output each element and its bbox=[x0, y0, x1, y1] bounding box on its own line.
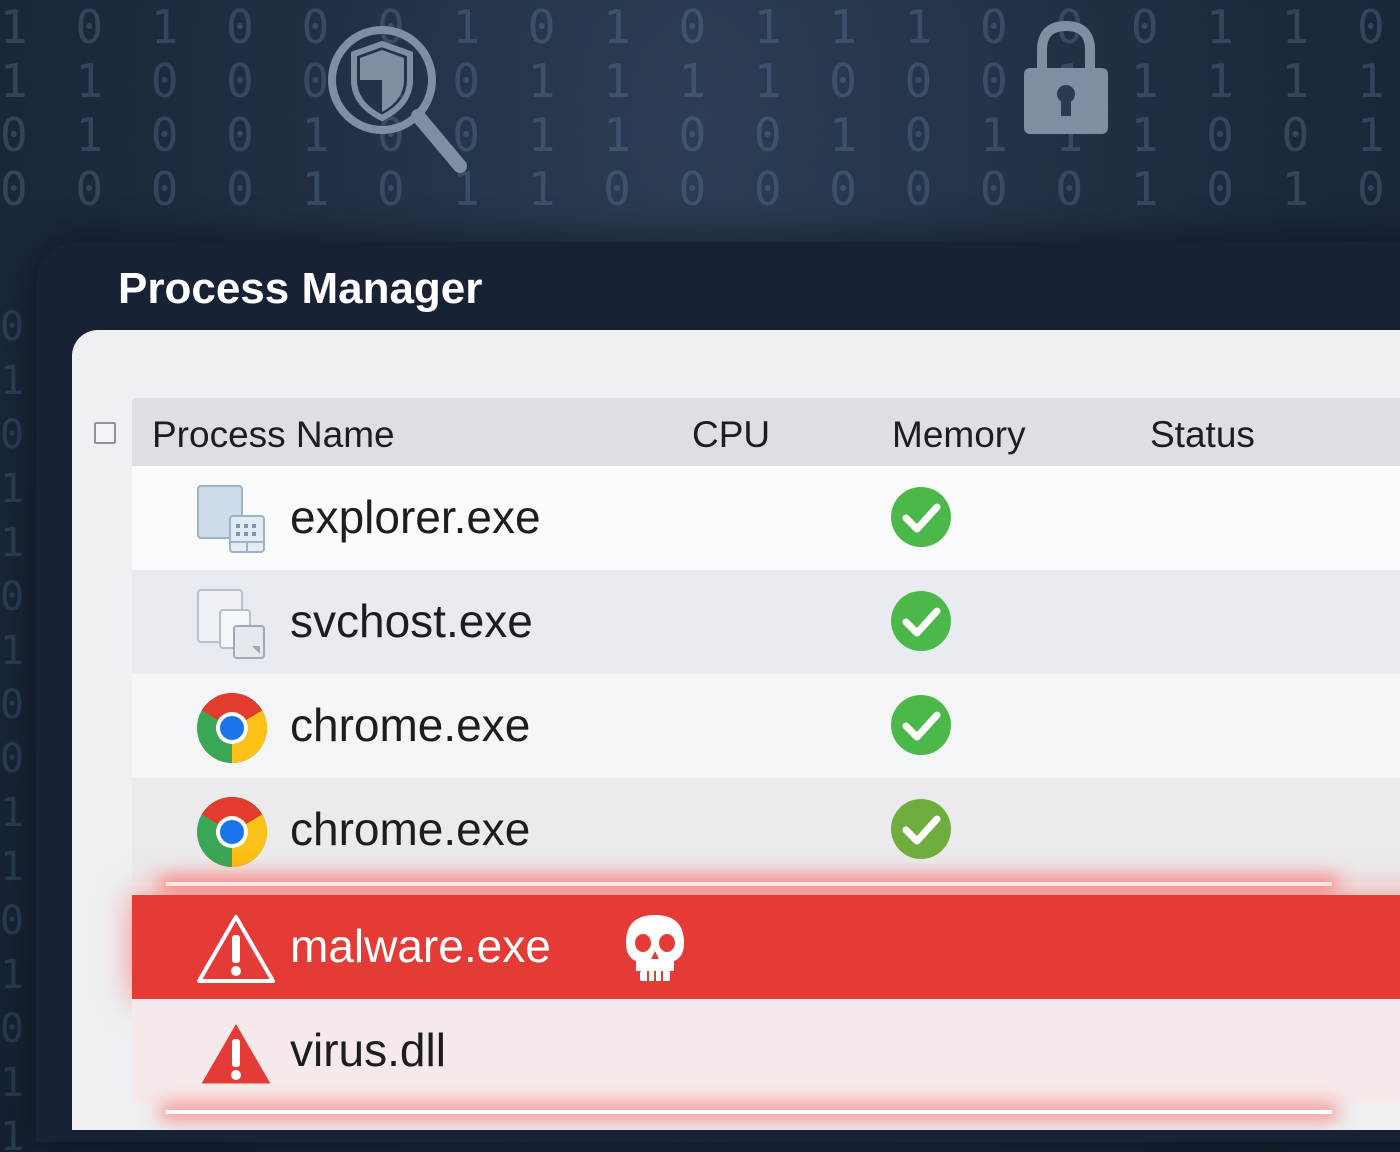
process-name: chrome.exe bbox=[290, 699, 531, 751]
skull-icon bbox=[626, 915, 684, 981]
threat-highlight-line bbox=[166, 1110, 1332, 1114]
process-manager-window: Process Manager Process Name CPU Memory … bbox=[36, 242, 1400, 1142]
shield-search-icon bbox=[328, 26, 467, 173]
svchost-app-icon bbox=[197, 589, 265, 659]
chrome-icon bbox=[197, 693, 267, 763]
process-name: chrome.exe bbox=[290, 803, 531, 855]
process-name: malware.exe bbox=[290, 920, 551, 972]
chrome-icon bbox=[197, 797, 267, 867]
explorer-app-icon bbox=[197, 485, 265, 553]
table-row[interactable]: explorer.exe bbox=[132, 466, 1400, 570]
green-check-icon bbox=[891, 487, 951, 547]
threat-highlight-line bbox=[166, 882, 1332, 886]
table-row[interactable]: chrome.exe bbox=[132, 778, 1400, 882]
process-name: explorer.exe bbox=[290, 491, 541, 543]
column-header-process-name[interactable]: Process Name bbox=[152, 414, 395, 456]
column-header-memory[interactable]: Memory bbox=[892, 414, 1026, 456]
process-name: svchost.exe bbox=[290, 595, 533, 647]
table-row-threat[interactable]: malware.exe bbox=[132, 895, 1400, 999]
green-check-icon bbox=[891, 799, 951, 859]
table-row[interactable]: chrome.exe bbox=[132, 674, 1400, 778]
table-row[interactable]: svchost.exe bbox=[132, 570, 1400, 674]
column-header-status[interactable]: Status bbox=[1150, 414, 1255, 456]
table-row-threat[interactable]: virus.dll bbox=[132, 999, 1400, 1103]
warning-triangle-icon bbox=[197, 1019, 275, 1087]
green-check-icon bbox=[891, 591, 951, 651]
process-name: virus.dll bbox=[290, 1024, 446, 1076]
process-table-panel: Process Name CPU Memory Status explorer.… bbox=[72, 330, 1400, 1130]
select-all-checkbox[interactable] bbox=[94, 422, 116, 444]
green-check-icon bbox=[891, 695, 951, 755]
lock-icon bbox=[1024, 20, 1108, 134]
binary-side-background: 0101101001101011010010110100101101001011… bbox=[0, 304, 25, 1152]
warning-triangle-icon bbox=[197, 915, 275, 983]
window-title: Process Manager bbox=[118, 264, 483, 313]
column-header-cpu[interactable]: CPU bbox=[692, 414, 770, 456]
table-header: Process Name CPU Memory Status bbox=[132, 398, 1400, 466]
